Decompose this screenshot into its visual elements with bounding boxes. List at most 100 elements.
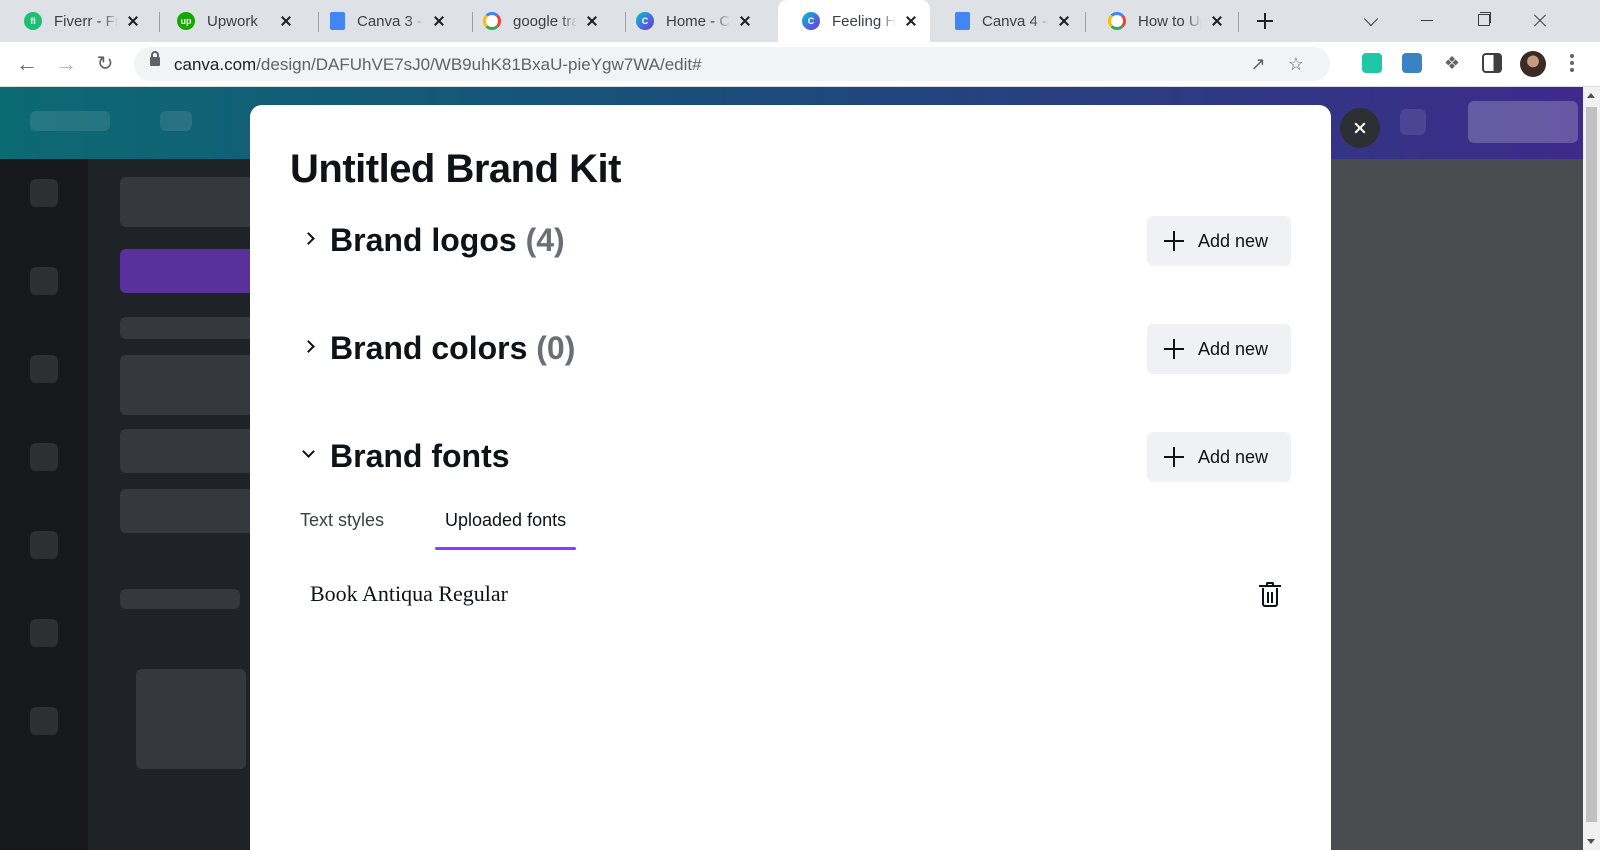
- panel-body-placeholder: [120, 489, 258, 533]
- bookmark-star-icon[interactable]: ☆: [1286, 54, 1306, 74]
- editor-file-placeholder: [160, 111, 192, 131]
- editor-sidebar: [0, 159, 88, 850]
- font-subtabs: Text styles Uploaded fonts: [290, 500, 690, 550]
- tab-separator: [1238, 12, 1239, 32]
- panel-heading-placeholder: [120, 355, 258, 415]
- tab-title: Home - Canva: [666, 12, 730, 30]
- sidebar-projects-placeholder: [30, 531, 58, 559]
- tab-canva-4-docs[interactable]: Canva 4 - Google Docs: [931, 0, 1083, 42]
- tab-how-to-upload[interactable]: How to Upload: [1084, 0, 1236, 42]
- side-panel-icon[interactable]: [1482, 53, 1502, 73]
- google-icon: [483, 12, 501, 30]
- editor-stats-placeholder: [1400, 109, 1426, 135]
- page-scrollbar[interactable]: [1583, 87, 1600, 850]
- plus-icon: [1163, 338, 1185, 360]
- chevron-down-icon[interactable]: [302, 445, 315, 458]
- canva-icon: C: [802, 12, 820, 30]
- add-logo-label: Add new: [1198, 230, 1269, 251]
- browser-menu-icon[interactable]: [1570, 54, 1574, 74]
- close-modal-icon[interactable]: [1340, 108, 1380, 148]
- brand-fonts-title[interactable]: Brand fonts: [330, 438, 510, 475]
- panel-recent-placeholder: [120, 589, 240, 609]
- add-font-label: Add new: [1198, 446, 1269, 467]
- add-logo-button[interactable]: Add new: [1147, 216, 1291, 266]
- scroll-down-arrow-icon[interactable]: [1587, 839, 1595, 844]
- chevron-right-icon[interactable]: [302, 232, 315, 245]
- brand-colors-title[interactable]: Brand colors (0): [330, 330, 575, 367]
- fiverr-icon: fi: [24, 12, 42, 30]
- plus-icon: [1163, 446, 1185, 468]
- sidebar-elements-placeholder: [30, 267, 58, 295]
- brand-logos-count: (4): [525, 222, 565, 258]
- extension-download-icon[interactable]: [1362, 53, 1382, 73]
- back-arrow-icon[interactable]: ←: [14, 51, 40, 77]
- tab-title: Canva 4 - Google Docs: [982, 12, 1049, 30]
- tab-uploaded-fonts[interactable]: Uploaded fonts: [435, 500, 577, 550]
- panel-subheading-placeholder: [120, 429, 258, 473]
- scroll-up-arrow-icon[interactable]: [1587, 93, 1595, 98]
- restore-window-icon[interactable]: [1470, 8, 1498, 34]
- brand-colors-section[interactable]: Brand colors (0) Add new: [290, 324, 1291, 374]
- tab-upwork[interactable]: up Upwork: [153, 0, 305, 42]
- browser-tab-strip: fi Fiverr - Freelance up Upwork Canva 3 …: [0, 0, 1600, 42]
- tab-feeling-happy[interactable]: C Feeling Happy: [778, 0, 930, 42]
- editor-side-panel: [88, 159, 258, 850]
- trash-icon[interactable]: [1259, 582, 1281, 608]
- tab-search-chevron-icon[interactable]: [1358, 8, 1386, 34]
- sidebar-text-placeholder: [30, 443, 58, 471]
- share-icon[interactable]: ↗: [1248, 54, 1268, 74]
- brand-logos-section[interactable]: Brand logos (4) Add new: [290, 216, 1291, 266]
- add-font-button[interactable]: Add new: [1147, 432, 1291, 482]
- panel-button-placeholder: [120, 249, 258, 293]
- minimize-window-icon[interactable]: [1414, 8, 1442, 34]
- brand-fonts-section[interactable]: Brand fonts Add new: [290, 432, 1291, 482]
- close-tab-icon[interactable]: [277, 12, 295, 30]
- tab-title: How to Upload: [1138, 12, 1202, 30]
- editor-share-placeholder: [1468, 101, 1578, 143]
- panel-search-placeholder: [120, 177, 258, 227]
- tab-text-styles[interactable]: Text styles: [290, 500, 394, 550]
- tab-fiverr[interactable]: fi Fiverr - Freelance: [0, 0, 152, 42]
- extensions-puzzle-icon[interactable]: ❖: [1442, 53, 1462, 73]
- panel-thumbnail-placeholder: [136, 669, 246, 769]
- add-color-label: Add new: [1198, 338, 1269, 359]
- close-tab-icon[interactable]: [1208, 12, 1226, 30]
- brand-kit-modal: Untitled Brand Kit Brand logos (4) Add n…: [250, 105, 1331, 850]
- close-tab-icon[interactable]: [902, 12, 920, 30]
- brand-colors-count: (0): [536, 330, 576, 366]
- forward-arrow-icon[interactable]: →: [53, 51, 79, 77]
- browser-toolbar: ← → ↻ canva.com/design/DAFUhVE7sJ0/WB9uh…: [0, 42, 1600, 87]
- url-text[interactable]: canva.com/design/DAFUhVE7sJ0/WB9uhK81Bxa…: [174, 55, 702, 75]
- tab-title: Feeling Happy: [832, 12, 896, 30]
- add-color-button[interactable]: Add new: [1147, 324, 1291, 374]
- sidebar-apps-placeholder: [30, 707, 58, 735]
- brand-logos-title[interactable]: Brand logos (4): [330, 222, 565, 259]
- sidebar-uploads-placeholder: [30, 355, 58, 383]
- upwork-icon: up: [177, 12, 195, 30]
- editor-canvas-area: [1320, 159, 1583, 850]
- close-tab-icon[interactable]: [1055, 12, 1073, 30]
- new-tab-plus-icon[interactable]: [1252, 8, 1278, 34]
- profile-avatar[interactable]: [1520, 51, 1546, 77]
- modal-title: Untitled Brand Kit: [290, 147, 621, 191]
- close-tab-icon[interactable]: [583, 12, 601, 30]
- tab-title: Canva 3 - Google Docs: [357, 12, 424, 30]
- scrollbar-thumb[interactable]: [1586, 107, 1597, 822]
- reload-icon[interactable]: ↻: [92, 51, 118, 77]
- tab-title: Upwork: [207, 12, 258, 30]
- close-tab-icon[interactable]: [124, 12, 142, 30]
- close-window-icon[interactable]: [1526, 8, 1554, 34]
- tab-canva-3-docs[interactable]: Canva 3 - Google Docs: [306, 0, 458, 42]
- chevron-right-icon[interactable]: [302, 340, 315, 353]
- close-tab-icon[interactable]: [736, 12, 754, 30]
- tab-home-canva[interactable]: C Home - Canva: [612, 0, 764, 42]
- lock-icon[interactable]: [150, 51, 160, 66]
- plus-icon: [1163, 230, 1185, 252]
- tab-google-translate[interactable]: google translate: [459, 0, 611, 42]
- canva-icon: C: [636, 12, 654, 30]
- extension-translate-icon[interactable]: [1402, 53, 1422, 73]
- close-tab-icon[interactable]: [430, 12, 448, 30]
- address-bar[interactable]: canva.com/design/DAFUhVE7sJ0/WB9uhK81Bxa…: [134, 47, 1330, 81]
- tab-title: google translate: [513, 12, 577, 30]
- tab-title: Fiverr - Freelance: [54, 12, 118, 30]
